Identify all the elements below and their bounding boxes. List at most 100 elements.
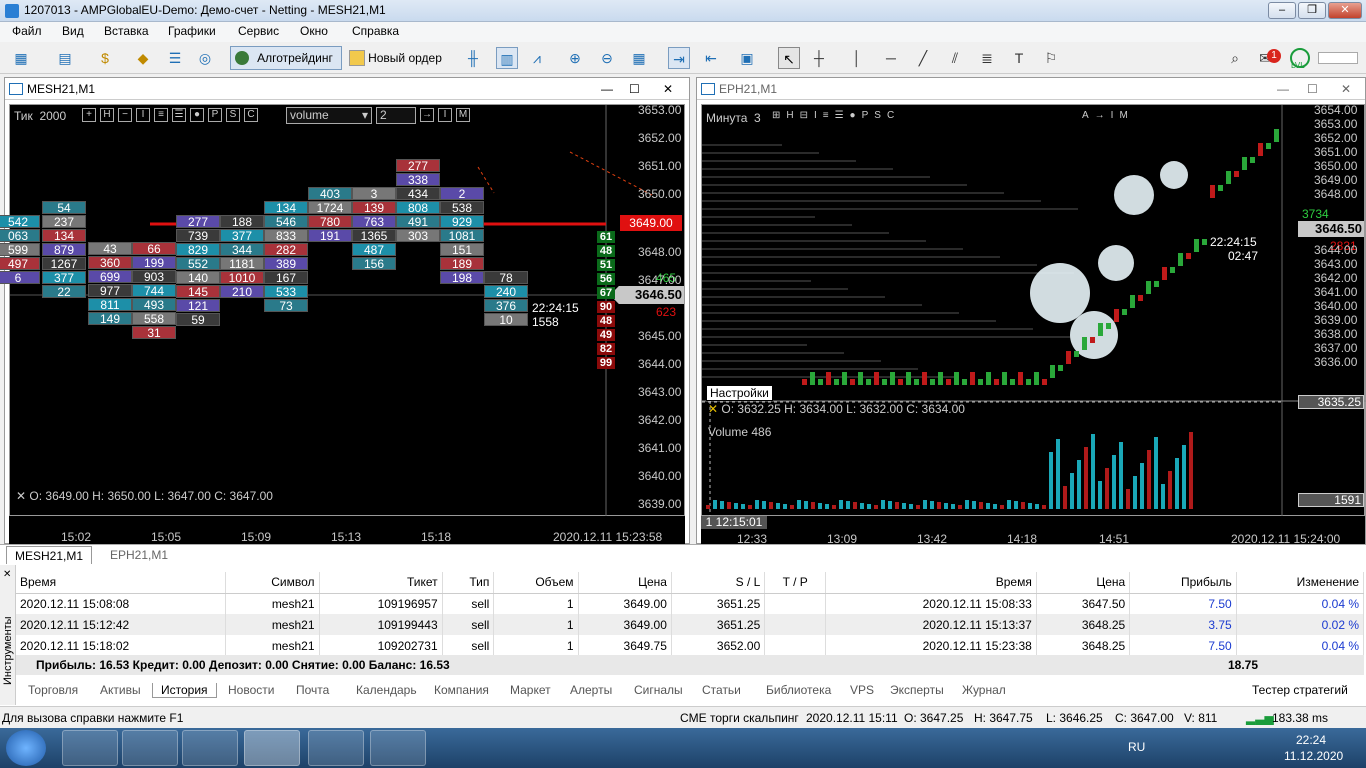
strategy-tester-tab[interactable]: Тестер стратегий [1252,683,1348,697]
shapes-icon[interactable]: ⚐ [1040,47,1062,69]
table-row[interactable]: 2020.12.11 15:08:08 mesh21 109196957 sell 1 3… [16,593,1365,614]
column-header[interactable]: S / L [671,572,766,594]
menu-window[interactable]: Окно [300,24,328,38]
menu-service[interactable]: Сервис [238,24,279,38]
arrow-right-icon[interactable]: → [420,108,434,122]
zoom-out-icon[interactable]: ⊖ [596,47,618,69]
tab-9[interactable]: Сигналы [634,683,683,697]
list-icon[interactable]: ☰ [172,108,186,122]
vertical-line-icon[interactable]: │ [846,47,868,69]
close-button[interactable]: ✕ [1328,2,1362,19]
chart-minimize-button[interactable]: ― [1277,78,1289,100]
fibonacci-icon[interactable]: ≣ [976,47,998,69]
start-button[interactable] [6,730,46,766]
chart-maximize-button[interactable]: ☐ [1307,78,1318,100]
menu-file[interactable]: Файл [12,24,42,38]
tab-10[interactable]: Статьи [702,683,741,697]
column-header[interactable]: Цена [1036,572,1131,594]
minimize-button[interactable]: – [1268,2,1296,19]
volume-select[interactable]: volume ▾ [286,107,372,124]
tray-date[interactable]: 11.12.2020 [1284,749,1343,763]
menu-charts[interactable]: Графики [168,24,216,38]
channel-icon[interactable]: ⫽ [944,47,966,69]
menu-insert[interactable]: Вставка [104,24,149,38]
tab-4[interactable]: Почта [296,683,329,697]
tab-1[interactable]: Активы [100,683,141,697]
menu-view[interactable]: Вид [62,24,84,38]
autoscroll-icon[interactable]: ⇥ [668,47,690,69]
tab-7[interactable]: Маркет [510,683,551,697]
search-icon[interactable]: ⌕ [1224,47,1246,69]
level-stepper[interactable]: 2 [376,107,416,124]
chart-close-button[interactable]: ✕ [663,78,673,100]
tab-3[interactable]: Новости [228,683,274,697]
explorer-task-icon[interactable] [62,730,118,766]
new-order-button[interactable]: Новый ордер [346,46,446,70]
column-header[interactable]: T / P [764,572,827,594]
metatrader-task-icon[interactable] [244,730,300,766]
algo-trading-button[interactable]: Алготрейдинг [230,46,342,70]
column-header[interactable]: Объем [493,572,579,594]
column-header[interactable]: Время [825,572,1037,594]
candle-chart-icon[interactable]: ▥ [496,47,518,69]
chrome-task-icon[interactable] [122,730,178,766]
tray-time[interactable]: 22:24 [1296,733,1326,747]
line-chart-icon[interactable]: ⩘ [526,47,548,69]
tab-13[interactable]: Эксперты [890,683,944,697]
chart-minimize-button[interactable]: ― [601,78,613,100]
horizontal-line-icon[interactable]: ─ [880,47,902,69]
tab-11[interactable]: Библиотека [766,683,831,697]
tab-2[interactable]: История [152,683,217,698]
market-watch-icon[interactable]: $ [94,47,116,69]
column-header[interactable]: Цена [578,572,672,594]
search-input[interactable] [1318,52,1358,64]
chart-shift-icon[interactable]: ⇤ [700,47,722,69]
photo-task-icon[interactable] [370,730,426,766]
tab-0[interactable]: Торговля [28,683,78,697]
tab-5[interactable]: Календарь [356,683,417,697]
column-header[interactable]: Изменение [1236,572,1365,594]
yandex-task-icon[interactable] [182,730,238,766]
chart-tab-mesh21[interactable]: MESH21,M1 [6,546,92,564]
text-icon[interactable]: T [1008,47,1030,69]
chart-plot-area[interactable]: Тик 2000 + H − I ≡ ☰ ● P S C volume ▾ 2 →… [0,103,685,517]
column-header[interactable]: Прибыль [1129,572,1237,594]
chart-close-button[interactable]: ✕ [1341,78,1351,100]
tab-12[interactable]: VPS [850,683,874,697]
chart-maximize-button[interactable]: ☐ [629,78,640,100]
signal-icon[interactable]: ◎ [194,47,216,69]
column-header[interactable]: Тип [442,572,495,594]
new-chart-icon[interactable]: ▦ [10,47,32,69]
templates-icon[interactable]: ▣ [736,47,758,69]
close-icon[interactable]: ✕ [3,569,11,580]
profiles-icon[interactable]: ▤ [54,47,76,69]
p-icon[interactable]: P [208,108,222,122]
m-icon[interactable]: M [456,108,470,122]
bars-icon[interactable]: ≡ [154,108,168,122]
chart2-right-icons[interactable]: A→IM [1082,110,1134,121]
dot-icon[interactable]: ● [190,108,204,122]
i-beam-icon[interactable]: I [438,108,452,122]
table-row[interactable]: 2020.12.11 15:12:42 mesh21 109199443 sell 1 3… [16,614,1365,635]
tab-6[interactable]: Компания [434,683,489,697]
bar-chart-icon[interactable]: ╫ [462,47,484,69]
tab-14[interactable]: Журнал [962,683,1006,697]
tray-language[interactable]: RU [1128,740,1145,754]
column-header[interactable]: Время [16,572,227,594]
chart-plot-area[interactable]: Минута 3 ⊞H⊟I≡☰●PSC A→IM 3734 3646.50 28… [701,103,1366,517]
add-icon[interactable]: + [82,108,96,122]
navigator-icon[interactable]: ◆ [132,47,154,69]
trendline-icon[interactable]: ╱ [912,47,934,69]
menu-help[interactable]: Справка [352,24,399,38]
chart2-toolbar-icons[interactable]: ⊞H⊟I≡☰●PSC [772,110,900,121]
minus-icon[interactable]: − [118,108,132,122]
c-icon[interactable]: C [244,108,258,122]
crosshair-icon[interactable]: ┼ [808,47,830,69]
fx-task-icon[interactable] [308,730,364,766]
cursor-icon[interactable]: ↖ [778,47,800,69]
zoom-in-icon[interactable]: ⊕ [564,47,586,69]
data-window-icon[interactable]: ☰ [164,47,186,69]
column-header[interactable]: Символ [225,572,320,594]
maximize-button[interactable]: ❐ [1298,2,1326,19]
chart-tab-eph21[interactable]: EPH21,M1 [96,546,182,564]
